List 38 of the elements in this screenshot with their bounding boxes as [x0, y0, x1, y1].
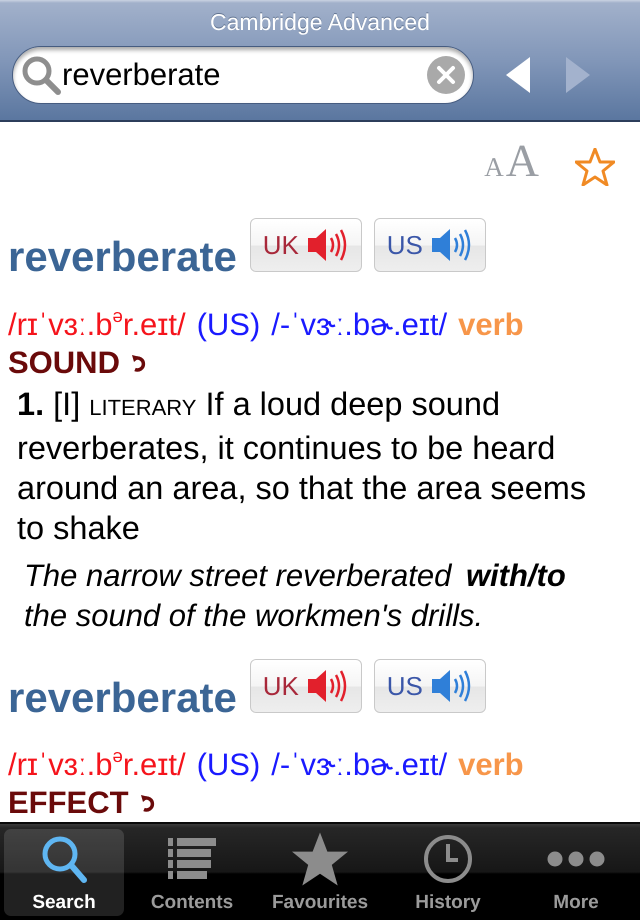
uk-audio-button[interactable]: UK: [250, 659, 362, 713]
uk-pronunciation: /rɪˈvɜː.b$^{ə}$r.eɪt/: [8, 746, 186, 784]
search-field[interactable]: reverberate: [12, 46, 474, 104]
example-sentence: The narrow street reverberated with/to the sound of the workmen's drills.: [23, 557, 567, 635]
region-label: (US): [196, 306, 260, 344]
star-icon: [290, 830, 350, 886]
guide-word: EFFECT: [8, 784, 129, 822]
speaker-icon: [430, 667, 473, 705]
headword: reverberate: [8, 235, 237, 279]
uk-audio-button[interactable]: UK: [250, 218, 362, 272]
definition-text: 1. [I] LITERARY If a loud deep sound reverberates, it continues to be heard around an area, so that the area seems to shake: [16, 385, 588, 548]
us-pronunciation: /-ˈvɝː.bɚ.eɪt/: [271, 306, 448, 344]
app-title: Cambridge Advanced: [209, 8, 431, 37]
tab-button[interactable]: Favourites: [260, 829, 380, 916]
tab-button[interactable]: History: [388, 829, 508, 916]
part-of-speech: verb: [458, 306, 524, 344]
uk-pronunciation: /rɪˈvɜː.b$^{ə}$r.eɪt/: [8, 306, 186, 344]
us-pronunciation: /-ˈvɝː.bɚ.eɪt/: [271, 746, 448, 784]
clear-icon[interactable]: [427, 56, 465, 94]
list-icon: [168, 838, 216, 880]
clock-icon: [423, 834, 473, 884]
headword: reverberate: [8, 676, 237, 720]
guide-word: SOUND: [8, 344, 120, 382]
us-audio-button[interactable]: US: [374, 218, 486, 272]
tab-button[interactable]: Search: [4, 829, 124, 916]
tab-button[interactable]: More: [516, 829, 636, 916]
back-arrow-icon[interactable]: [506, 57, 530, 93]
part-of-speech: verb: [458, 746, 524, 784]
speaker-icon: [306, 226, 349, 264]
star-icon[interactable]: [575, 148, 615, 186]
speaker-icon: [430, 226, 473, 264]
tab-button[interactable]: Contents: [132, 829, 252, 916]
search-icon: [40, 834, 88, 884]
ellipsis-icon: [547, 850, 605, 866]
us-audio-button[interactable]: US: [374, 659, 486, 713]
speaker-icon: [306, 667, 349, 705]
search-icon: [21, 55, 61, 95]
region-label: (US): [196, 746, 260, 784]
